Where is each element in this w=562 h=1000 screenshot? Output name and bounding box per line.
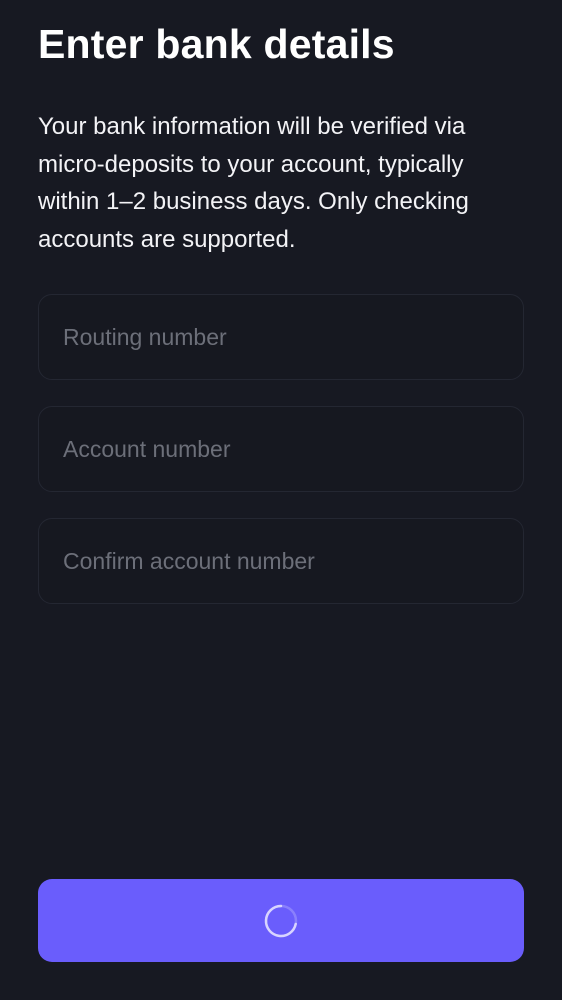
- page-title: Enter bank details: [38, 21, 395, 67]
- account-number-input[interactable]: [39, 407, 523, 491]
- confirm-account-number-field[interactable]: [38, 518, 524, 604]
- spinner-icon: [264, 904, 298, 937]
- submit-button[interactable]: [38, 879, 524, 962]
- routing-number-input[interactable]: [39, 295, 523, 379]
- routing-number-field[interactable]: [38, 294, 524, 380]
- verification-description: Your bank information will be verified v…: [38, 113, 469, 253]
- confirm-account-number-input[interactable]: [39, 519, 523, 603]
- account-number-field[interactable]: [38, 406, 524, 492]
